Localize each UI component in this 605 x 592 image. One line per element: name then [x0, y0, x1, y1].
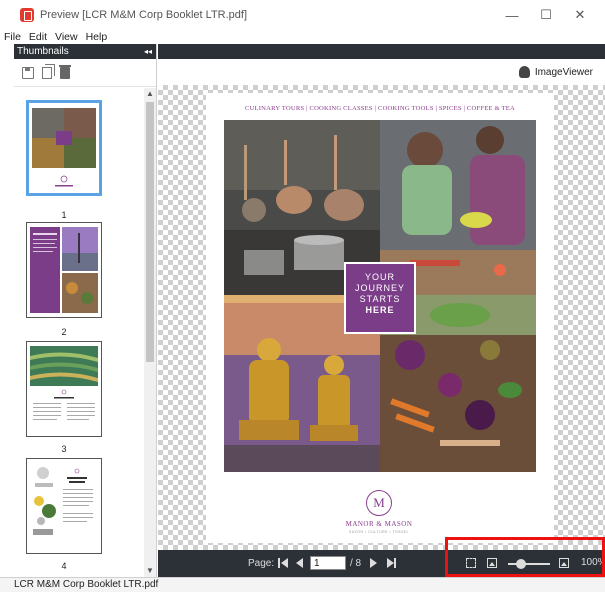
thumbnail-page-1-number: 1 — [61, 210, 67, 220]
menu-help[interactable]: Help — [86, 31, 108, 43]
title-bar: Preview [LCR M&M Corp Booklet LTR.pdf] —… — [0, 0, 605, 30]
collapse-panel-icon[interactable]: ◂◂ — [144, 47, 152, 56]
window-controls: — ☐ ✕ — [495, 0, 597, 30]
thumbnail-page-4-preview — [27, 459, 101, 553]
scroll-down-icon[interactable]: ▼ — [144, 565, 156, 577]
thumbnail-page-2[interactable] — [26, 222, 102, 318]
scrollbar-thumb[interactable] — [146, 102, 154, 362]
scroll-up-icon[interactable]: ▲ — [144, 88, 156, 100]
menu-file[interactable]: File — [4, 31, 21, 43]
thumbnail-page-1[interactable] — [26, 100, 102, 196]
save-icon[interactable] — [22, 66, 34, 79]
menu-edit[interactable]: Edit — [29, 31, 47, 43]
page-label: Page: — [248, 558, 275, 569]
thumbnail-page-4[interactable] — [26, 458, 102, 554]
next-page-button[interactable] — [370, 558, 380, 568]
window-title: Preview [LCR M&M Corp Booklet LTR.pdf] — [40, 9, 248, 21]
image-viewer-icon[interactable] — [518, 66, 530, 78]
callout-line-3: STARTS — [359, 294, 401, 304]
highlight-box — [445, 537, 605, 577]
thumbnail-page-3-number: 3 — [61, 444, 67, 454]
thumbnail-page-2-preview — [27, 223, 101, 317]
previous-page-button[interactable] — [296, 558, 306, 568]
callout-line-2: JOURNEY — [354, 283, 405, 293]
thumbnail-page-2-number: 2 — [61, 327, 67, 337]
last-page-button[interactable] — [387, 558, 397, 568]
brand-name: MANOR & MASON — [345, 520, 413, 528]
journey-callout: YOUR JOURNEY STARTS HERE — [344, 262, 416, 334]
brand-logo-icon: M — [366, 490, 392, 516]
brand-tagline: SAVOR • CULTURE • TRAVEL — [349, 530, 409, 534]
page-number-input[interactable] — [310, 556, 346, 570]
image-viewer-label[interactable]: ImageViewer — [535, 67, 593, 78]
minimize-button[interactable]: — — [495, 0, 529, 30]
thumbnail-page-3-preview — [27, 342, 101, 436]
thumbnail-page-3[interactable] — [26, 341, 102, 437]
viewer-toolbar: ImageViewer — [158, 59, 605, 85]
thumbnails-header: Thumbnails ◂◂ — [14, 44, 156, 59]
status-filename: LCR M&M Corp Booklet LTR.pdf — [14, 579, 159, 590]
document-viewer: ImageViewer CULINARY TOURS | COOKING CLA… — [158, 44, 605, 577]
menu-view[interactable]: View — [55, 31, 78, 43]
status-bar: LCR M&M Corp Booklet LTR.pdf — [0, 577, 605, 592]
viewer-header — [158, 44, 605, 59]
callout-line-4: HERE — [365, 305, 395, 315]
photo-collage: YOUR JOURNEY STARTS HERE — [224, 120, 536, 472]
thumbnails-toolbar — [14, 59, 156, 87]
thumbnail-page-1-preview — [29, 103, 99, 193]
app-icon — [20, 8, 34, 22]
thumbnail-list: 1 2 3 4 — [14, 88, 144, 577]
close-button[interactable]: ✕ — [563, 0, 597, 30]
thumbnails-title: Thumbnails — [17, 46, 69, 57]
page-header-text: CULINARY TOURS | COOKING CLASSES | COOKI… — [245, 105, 515, 112]
thumbnails-panel: Thumbnails ◂◂ 1 2 3 4 ▲ ▼ — [14, 44, 157, 577]
callout-line-1: YOUR — [364, 272, 395, 282]
maximize-button[interactable]: ☐ — [529, 0, 563, 30]
document-page: CULINARY TOURS | COOKING CLASSES | COOKI… — [206, 93, 554, 543]
copy-icon[interactable] — [42, 63, 55, 79]
thumbnail-scrollbar[interactable]: ▲ ▼ — [144, 88, 156, 577]
trash-icon[interactable] — [59, 64, 71, 79]
page-total: / 8 — [350, 558, 362, 569]
page-canvas[interactable]: CULINARY TOURS | COOKING CLASSES | COOKI… — [158, 85, 605, 550]
thumbnail-page-4-number: 4 — [61, 561, 67, 571]
first-page-button[interactable] — [278, 558, 288, 568]
menu-bar: File Edit View Help — [0, 30, 605, 44]
